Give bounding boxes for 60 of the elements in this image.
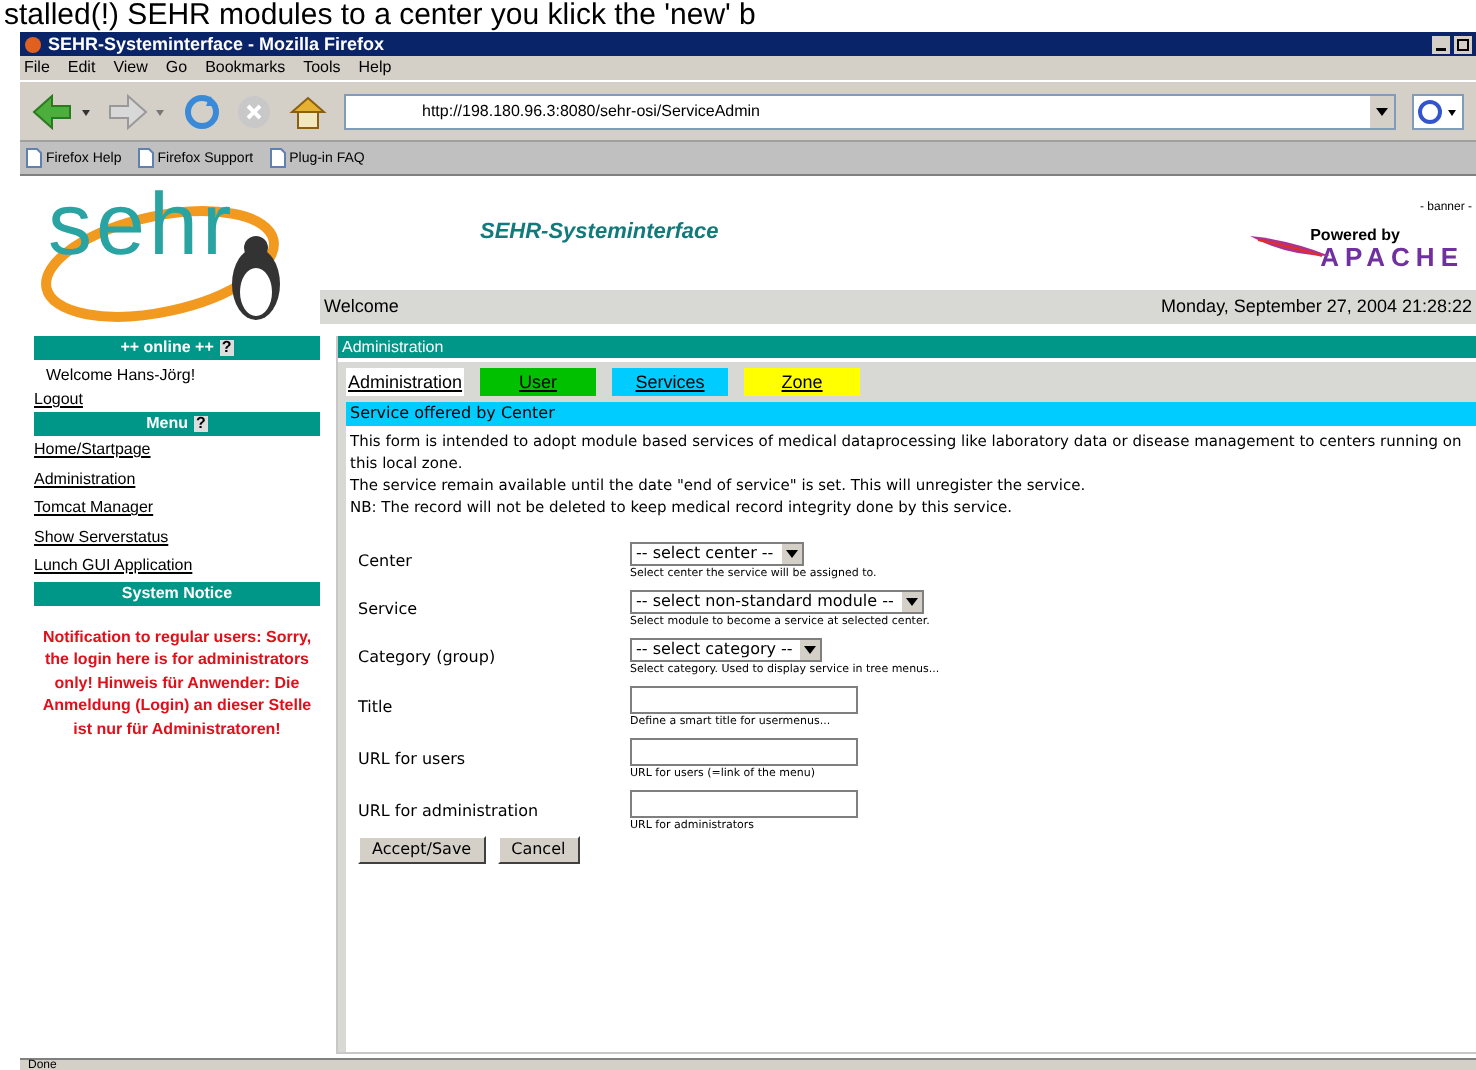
caption-text: stalled(!) SEHR modules to a center you klick the 'new' b — [2, 0, 758, 32]
field-label: Title — [358, 696, 395, 720]
greeting-text: Welcome Hans-Jörg! — [44, 364, 198, 388]
menu-item[interactable]: View — [113, 60, 148, 76]
section-bar: Administration — [338, 336, 1476, 358]
tab[interactable]: Services — [612, 368, 729, 396]
help-icon[interactable]: ? — [194, 416, 208, 432]
form-button[interactable]: Cancel — [497, 836, 580, 864]
menu-item[interactable]: Help — [358, 60, 392, 76]
dropdown-icon[interactable] — [781, 544, 802, 564]
select-dropdown[interactable]: -- select category -- — [630, 638, 823, 662]
menu-item[interactable]: File — [24, 60, 50, 76]
search-engine-icon[interactable] — [1412, 93, 1464, 129]
dropdown-icon[interactable] — [901, 592, 922, 612]
menu-item[interactable]: Bookmarks — [205, 60, 286, 76]
sidebar-link[interactable]: Tomcat Manager — [34, 494, 154, 523]
menu-item[interactable]: Go — [165, 60, 188, 76]
banner-title: SEHR-Systeminterface — [480, 218, 719, 249]
text-input[interactable] — [630, 686, 858, 714]
window-title: SEHR-Systeminterface - Mozilla Firefox — [48, 35, 385, 53]
online-heading: ++ online ++ ? — [34, 336, 320, 360]
date-text: Monday, September 27, 2004 21:28:22 — [1161, 293, 1472, 320]
window-controls-icon[interactable] — [1432, 35, 1472, 53]
home-icon[interactable] — [288, 93, 328, 129]
page-icon[interactable] — [26, 148, 42, 168]
sidebar-link[interactable]: Home/Startpage — [34, 436, 151, 465]
apache-logo: Powered by APACHE — [1250, 228, 1464, 270]
tab[interactable]: User — [480, 368, 597, 396]
notice-text: Notification to regular users: Sorry, the login here is for administrators only! Hinweis für Anwender: Die Anmeldung (Login) an dieser Stelle ist nur für Administratoren! — [40, 625, 314, 740]
tab[interactable]: Zone — [744, 368, 861, 396]
dropdown-icon[interactable] — [800, 640, 821, 660]
field-label: Category (group) — [358, 646, 498, 670]
select-dropdown[interactable]: -- select non-standard module -- — [630, 590, 924, 614]
field-label: Service — [358, 598, 420, 622]
field-label: URL for users — [358, 748, 468, 772]
address-field[interactable]: http://198.180.96.3:8080/sehr-osi/ServiceAdmin — [344, 93, 1396, 129]
sidebar-link[interactable]: Lunch GUI Application — [34, 552, 193, 581]
app-icon[interactable] — [24, 35, 42, 53]
tab[interactable]: Administration — [346, 368, 465, 396]
page-icon[interactable] — [137, 148, 154, 168]
welcome-text: Welcome — [324, 293, 399, 320]
sidebar-link[interactable]: Administration — [34, 465, 136, 494]
dropdown-icon[interactable] — [1370, 95, 1394, 127]
field-label: Center — [358, 550, 414, 574]
menu-heading: Menu ? — [34, 412, 320, 436]
text-input[interactable] — [630, 738, 858, 766]
select-dropdown[interactable]: -- select center -- — [630, 542, 804, 566]
logout-link[interactable]: Logout — [34, 388, 83, 412]
form-button[interactable]: Accept/Save — [358, 836, 486, 864]
menu-item[interactable]: Edit — [67, 60, 96, 76]
form-heading: Service offered by Center — [346, 402, 1476, 426]
sidebar-link[interactable]: Show Serverstatus — [34, 523, 169, 552]
field-label: URL for administration — [358, 800, 541, 824]
reload-icon[interactable] — [184, 93, 220, 129]
notice-heading: System Notice — [34, 581, 320, 605]
help-icon[interactable]: ? — [219, 340, 234, 356]
back-arrow-icon[interactable] — [32, 93, 92, 129]
menu-item[interactable]: Tools — [303, 60, 341, 76]
text-input[interactable] — [630, 790, 858, 818]
page-icon[interactable] — [269, 148, 286, 168]
